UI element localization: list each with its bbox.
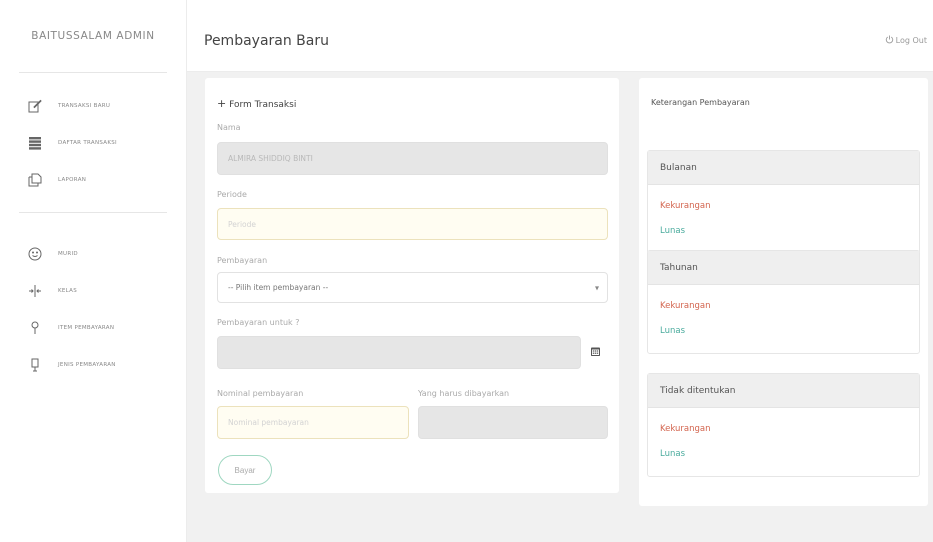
sidebar-item-label: JENIS PEMBAYARAN: [58, 361, 116, 368]
sidebar-item-daftar-transaksi[interactable]: DAFTAR TRANSAKSI: [0, 124, 186, 161]
status-lunas: Lunas: [660, 226, 685, 236]
sidebar: BAITUSSALAM ADMIN TRANSAKSI BARU DAFTAR …: [0, 0, 187, 542]
plus-icon: +: [217, 97, 227, 110]
nominal-input[interactable]: Nominal pembayaran: [217, 406, 409, 439]
sidebar-menu-transaksi: TRANSAKSI BARU DAFTAR TRANSAKSI LAPORAN: [0, 73, 186, 198]
edit-icon: [26, 97, 44, 115]
status-kekurangan: Kekurangan: [660, 424, 711, 434]
brand-logo[interactable]: BAITUSSALAM ADMIN: [0, 0, 186, 72]
copy-icon: [26, 171, 44, 189]
sidebar-item-label: LAPORAN: [58, 176, 87, 183]
harus-label: Yang harus dibayarkan: [418, 389, 510, 398]
sidebar-item-label: DAFTAR TRANSAKSI: [58, 139, 117, 146]
smiley-icon: [26, 245, 44, 263]
sidebar-item-label: MURID: [58, 250, 78, 257]
sidebar-item-murid[interactable]: MURID: [0, 235, 186, 272]
untuk-label: Pembayaran untuk ?: [217, 318, 300, 327]
panel-bulanan: Bulanan Kekurangan Lunas: [647, 150, 920, 254]
sidebar-item-laporan[interactable]: LAPORAN: [0, 161, 186, 198]
status-kekurangan: Kekurangan: [660, 201, 711, 211]
nama-value: ALMIRA SHIDDIQ BINTI: [228, 154, 313, 163]
status-kekurangan: Kekurangan: [660, 301, 711, 311]
list-icon: [26, 134, 44, 152]
power-icon: [885, 35, 894, 46]
sidebar-item-transaksi-baru[interactable]: TRANSAKSI BARU: [0, 87, 186, 124]
sidebar-item-label: ITEM PEMBAYARAN: [58, 324, 115, 331]
periode-input[interactable]: Periode: [217, 208, 608, 240]
chevron-down-icon: ▾: [594, 283, 599, 292]
info-title: Keterangan Pembayaran: [651, 98, 750, 107]
logout-label: Log Out: [895, 36, 927, 45]
nama-field: ALMIRA SHIDDIQ BINTI: [217, 142, 608, 175]
pembayaran-selected-value: -- Pilih item pembayaran --: [228, 283, 329, 292]
payment-info-card: Keterangan Pembayaran Bulanan Kekurangan…: [639, 78, 928, 506]
sidebar-item-jenis-pembayaran[interactable]: JENIS PEMBAYARAN: [0, 346, 186, 383]
pin-icon: [26, 319, 44, 337]
logout-button[interactable]: Log Out: [885, 35, 927, 46]
panel-tidak-ditentukan: Tidak ditentukan Kekurangan Lunas: [647, 373, 920, 477]
bookmark-icon: [26, 356, 44, 374]
transaction-form-card: + Form Transaksi Nama ALMIRA SHIDDIQ BIN…: [205, 78, 619, 493]
sidebar-divider: [19, 212, 167, 213]
panel-tahunan: Tahunan Kekurangan Lunas: [647, 250, 920, 354]
panel-title: Tidak ditentukan: [648, 374, 919, 408]
sidebar-menu-master: MURID KELAS ITEM PEMBAYARAN JENIS PEMBAY…: [0, 235, 186, 383]
calendar-icon[interactable]: [591, 346, 600, 359]
bayar-button[interactable]: Bayar: [218, 455, 272, 485]
panel-title: Tahunan: [648, 251, 919, 285]
sidebar-item-kelas[interactable]: KELAS: [0, 272, 186, 309]
form-title-text: Form Transaksi: [229, 100, 297, 110]
nominal-placeholder: Nominal pembayaran: [228, 418, 309, 427]
sidebar-item-label: TRANSAKSI BARU: [58, 102, 111, 109]
status-lunas: Lunas: [660, 449, 685, 459]
top-bar: Pembayaran Baru Log Out: [187, 0, 933, 72]
pembayaran-select[interactable]: -- Pilih item pembayaran -- ▾: [217, 272, 608, 303]
nama-label: Nama: [217, 123, 241, 132]
split-arrows-icon: [26, 282, 44, 300]
harus-field: [418, 406, 608, 439]
page-title: Pembayaran Baru: [204, 33, 329, 49]
status-lunas: Lunas: [660, 326, 685, 336]
sidebar-item-label: KELAS: [58, 287, 78, 294]
periode-placeholder: Periode: [228, 219, 257, 229]
periode-label: Periode: [217, 190, 247, 199]
untuk-input[interactable]: [217, 336, 581, 369]
form-title: + Form Transaksi: [217, 97, 296, 110]
nominal-label: Nominal pembayaran: [217, 389, 304, 398]
sidebar-item-item-pembayaran[interactable]: ITEM PEMBAYARAN: [0, 309, 186, 346]
panel-title: Bulanan: [648, 151, 919, 185]
pembayaran-label: Pembayaran: [217, 256, 268, 265]
